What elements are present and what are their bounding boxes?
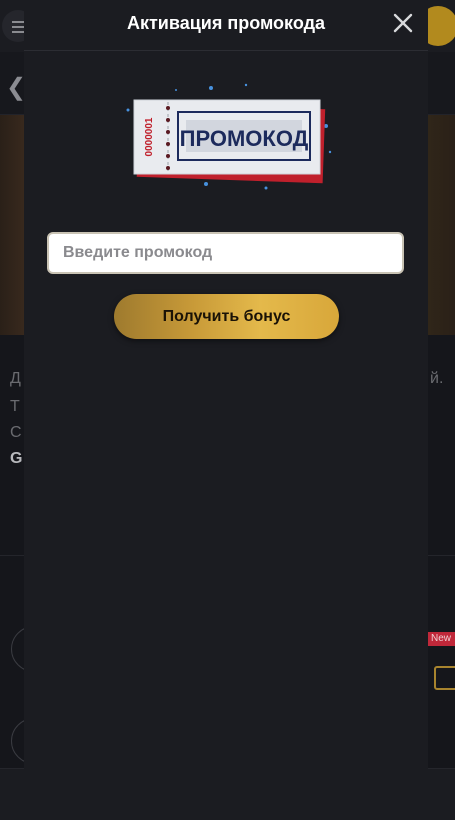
promo-ticket-text: ПРОМОКОД [180,126,309,151]
modal-header: Активация промокода [24,0,428,51]
get-bonus-button[interactable]: Получить бонус [114,294,339,339]
promo-code-input[interactable] [47,232,404,274]
promo-ticket-illustration: 0000001 ПРОМОКОД [116,82,336,194]
promo-activation-modal: Активация промокода 0000001 ПРОМОКОД Вве… [24,0,428,820]
promo-serial: 0000001 [144,117,155,156]
gift-icon[interactable] [434,666,455,690]
close-icon[interactable] [390,10,416,36]
modal-title: Активация промокода [126,13,326,33]
background-text-fragment: й. [430,370,444,387]
new-badge: New [428,632,455,646]
page: ❮ Д Т С G й. New Активация промокода 000… [0,0,455,820]
